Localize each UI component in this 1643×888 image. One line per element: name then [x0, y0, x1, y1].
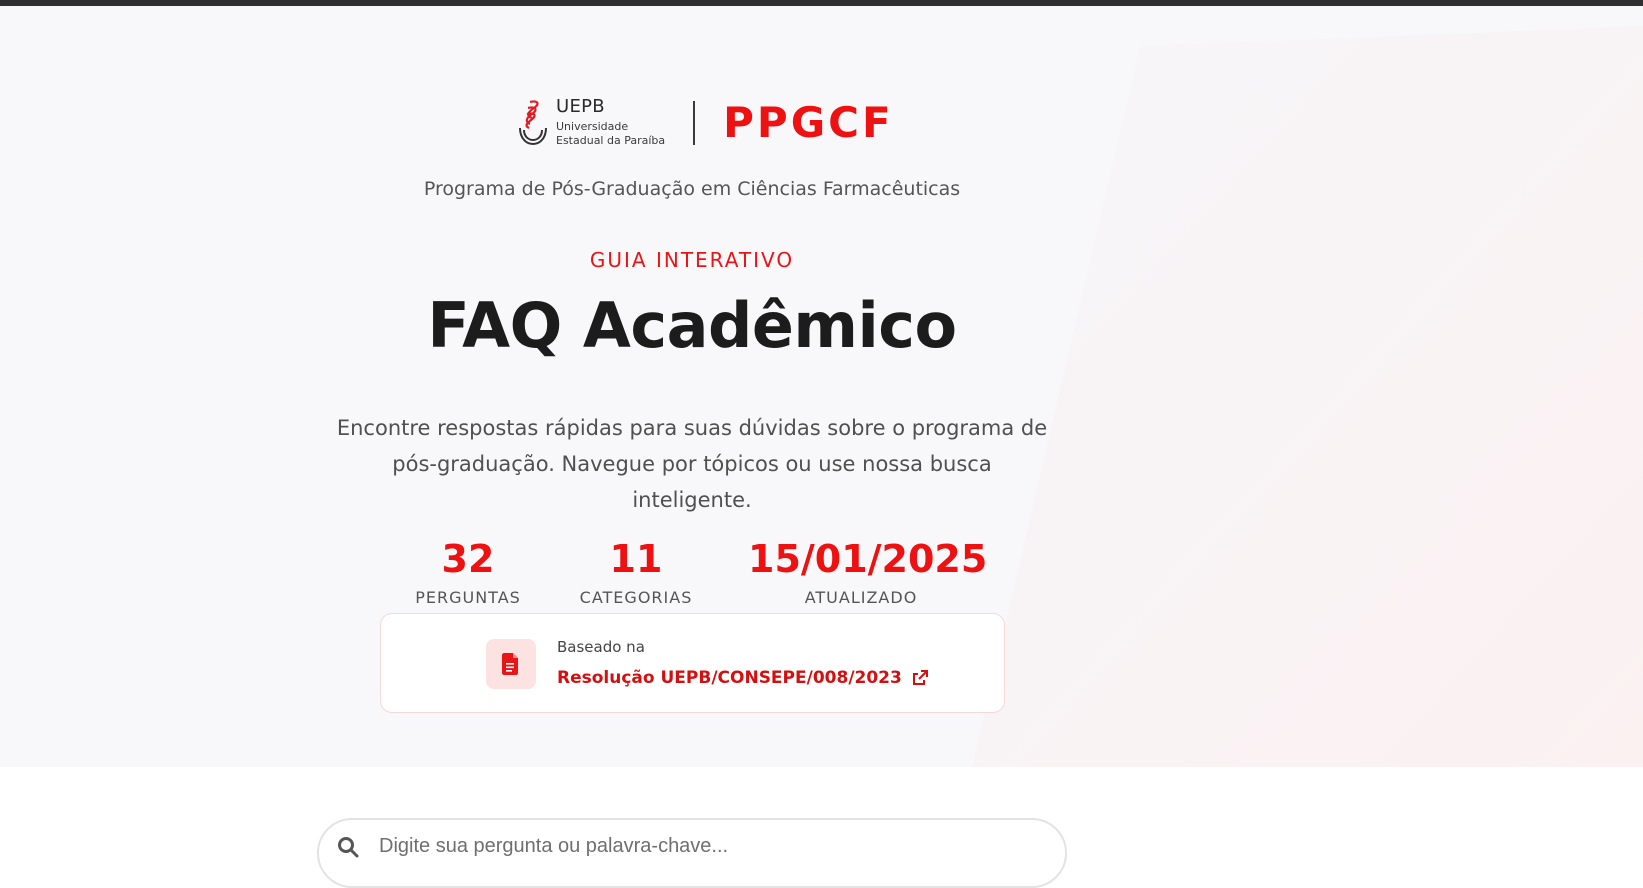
uepb-logo-icon [519, 100, 547, 146]
stat-label: ATUALIZADO [804, 588, 918, 607]
hero-eyebrow: GUIA INTERATIVO [589, 248, 795, 272]
hero-section: UEPB Universidade Estadual da Paraíba PP… [0, 6, 1643, 767]
stat-questions: 32 PERGUNTAS [408, 536, 528, 607]
hero-description: Encontre respostas rápidas para suas dúv… [336, 416, 1048, 512]
external-link-icon [912, 670, 928, 686]
source-prefix: Baseado na [557, 638, 645, 656]
university-line-2: Estadual da Paraíba [556, 134, 666, 147]
logo-row: UEPB Universidade Estadual da Paraíba PP… [516, 92, 894, 154]
stat-label: CATEGORIAS [579, 588, 693, 607]
program-name: Programa de Pós-Graduação em Ciências Fa… [423, 178, 961, 200]
search-input[interactable] [379, 828, 979, 864]
source-card: Baseado na Resolução UEPB/CONSEPE/008/20… [380, 613, 1005, 713]
uepb-wordmark: UEPB Universidade Estadual da Paraíba [556, 98, 665, 148]
resolution-link-text: Resolução UEPB/CONSEPE/008/2023 [557, 668, 902, 688]
stat-updated: 15/01/2025 ATUALIZADO [748, 536, 988, 607]
stat-value: 11 [609, 537, 663, 581]
logo-divider [693, 101, 696, 145]
stat-categories: 11 CATEGORIAS [574, 536, 698, 607]
search-icon [338, 837, 359, 858]
stat-value: 15/01/2025 [748, 537, 988, 581]
search-bar[interactable] [317, 818, 1067, 888]
stat-value: 32 [441, 537, 495, 581]
program-acronym: PPGCF [723, 98, 894, 147]
university-line-1: Universidade [556, 120, 629, 133]
resolution-link[interactable]: Resolução UEPB/CONSEPE/008/2023 [557, 668, 928, 688]
page-title: FAQ Acadêmico [427, 289, 957, 362]
stat-label: PERGUNTAS [415, 588, 521, 607]
university-short-name: UEPB [556, 96, 605, 117]
document-icon [486, 639, 536, 689]
